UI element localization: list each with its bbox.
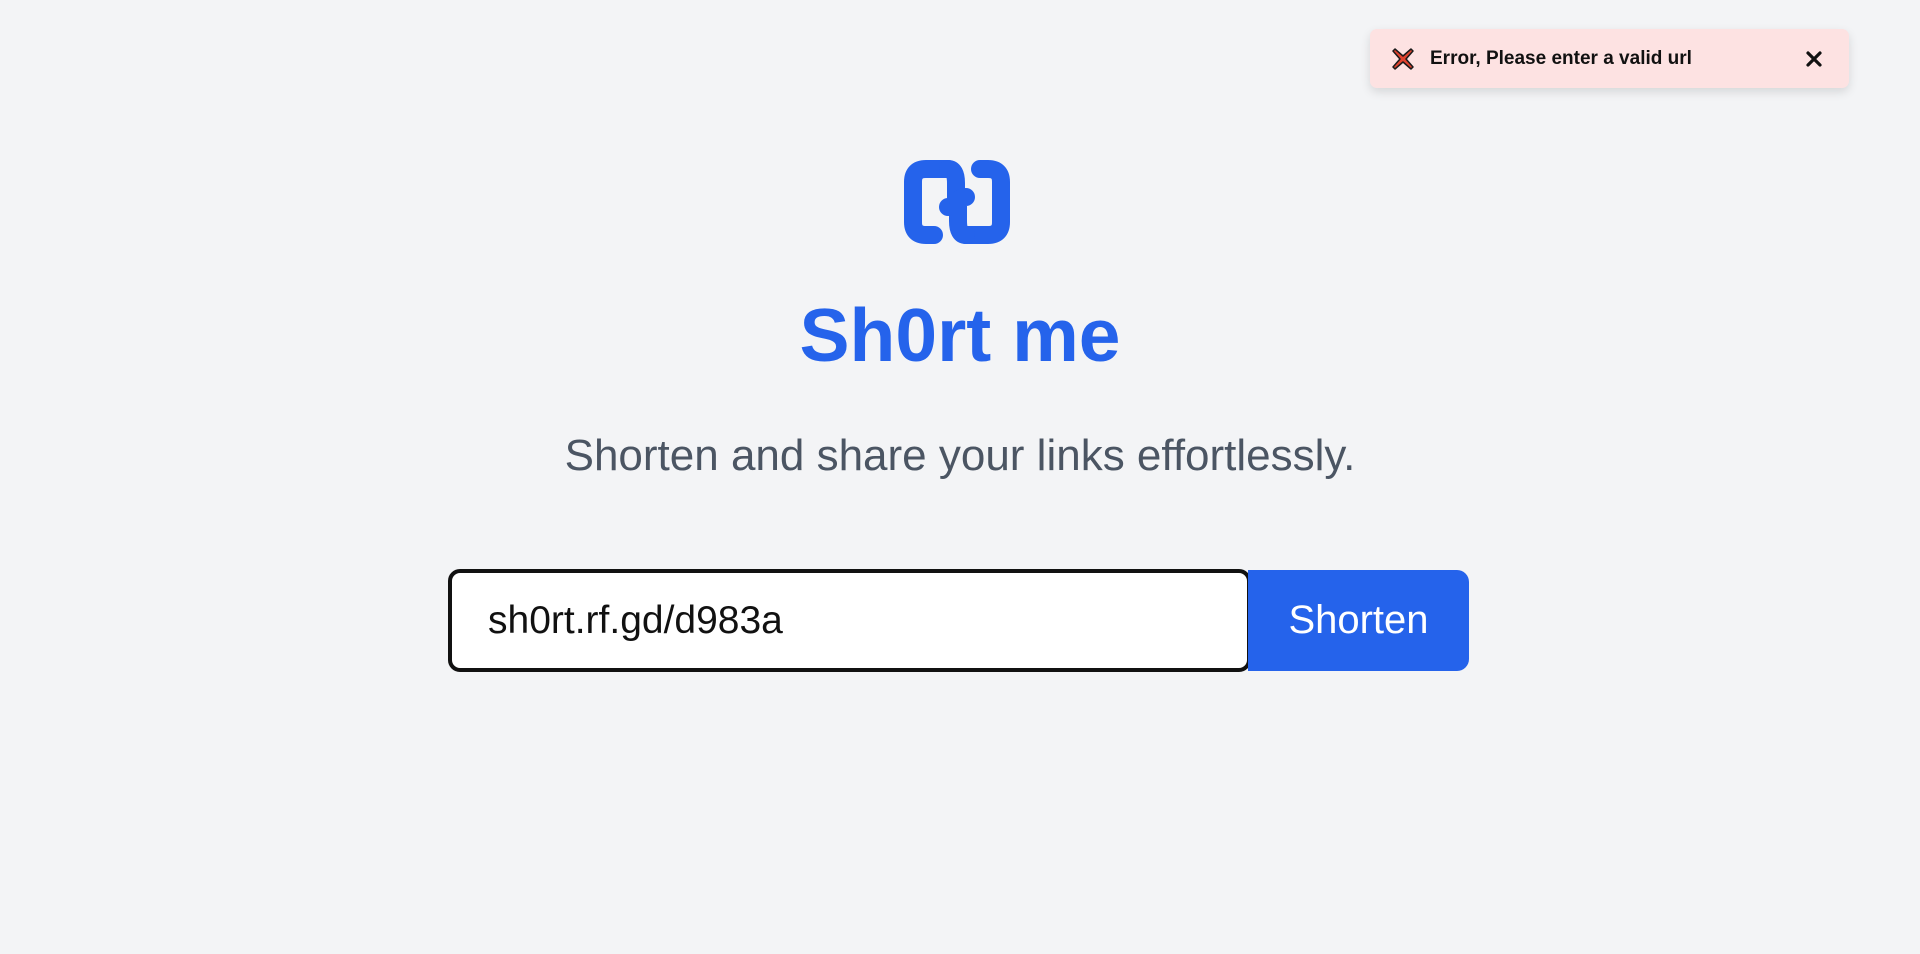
error-x-icon	[1390, 46, 1416, 72]
chain-link-logo-icon	[896, 151, 1018, 253]
toast-message: Error, Please enter a valid url	[1430, 47, 1692, 69]
error-toast: Error, Please enter a valid url	[1370, 29, 1849, 88]
shorten-form: Shorten	[448, 569, 1469, 672]
page: Error, Please enter a valid url Sh0rt me…	[0, 0, 1920, 954]
app-title: Sh0rt me	[799, 293, 1121, 377]
app-subtitle: Shorten and share your links effortlessl…	[564, 431, 1356, 480]
url-input[interactable]	[448, 569, 1251, 672]
close-icon[interactable]	[1803, 48, 1825, 70]
shorten-button[interactable]: Shorten	[1248, 570, 1469, 671]
